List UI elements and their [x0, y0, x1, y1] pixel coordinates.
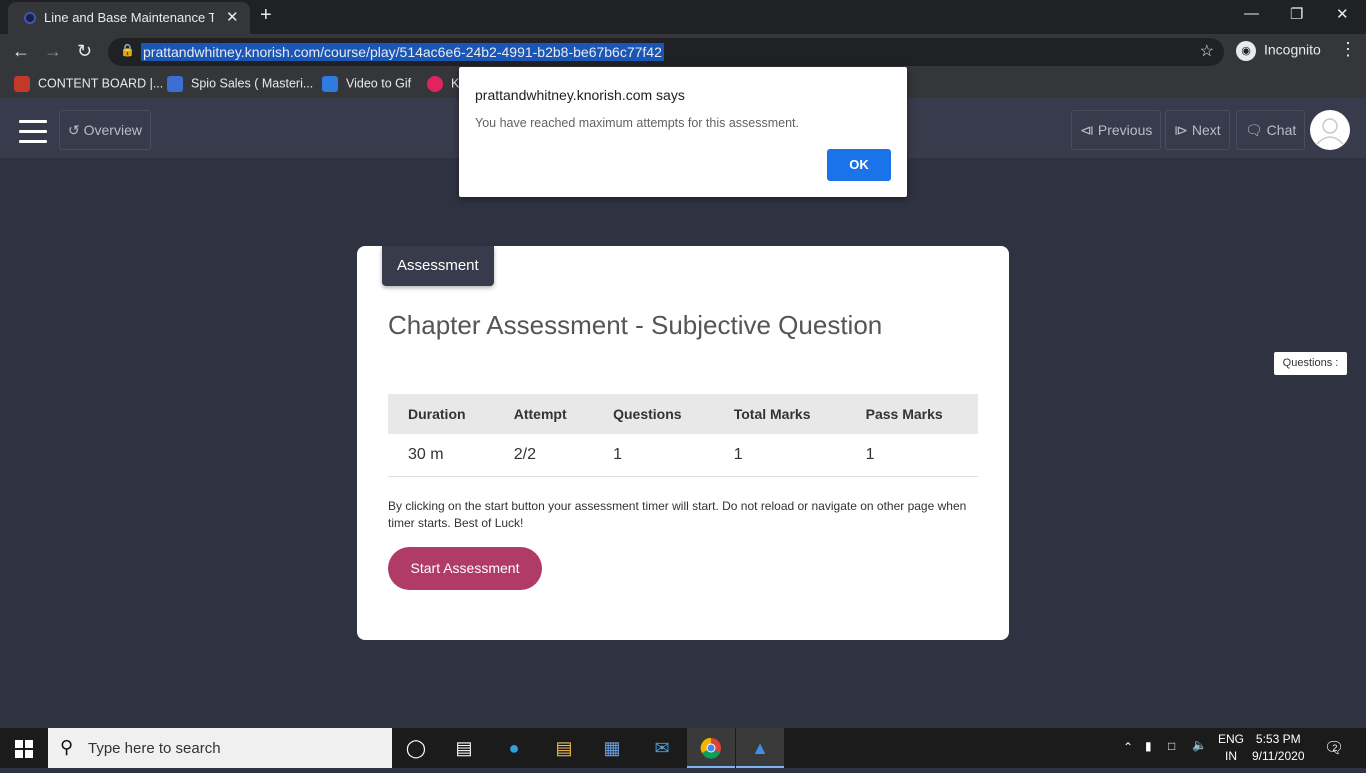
- dialog-message: You have reached maximum attempts for th…: [475, 116, 799, 130]
- alert-dialog: prattandwhitney.knorish.com says You hav…: [459, 67, 907, 197]
- bookmark-favicon-icon: [322, 76, 338, 92]
- browser-tab[interactable]: Line and Base Maintenance Training ✕: [8, 2, 250, 34]
- assessment-card: Assessment Chapter Assessment - Subjecti…: [357, 246, 1009, 640]
- chat-icon: 🗨: [1245, 122, 1263, 138]
- column-header: Total Marks: [713, 394, 846, 434]
- column-header: Pass Marks: [845, 394, 978, 434]
- assessment-tag: Assessment: [382, 246, 494, 286]
- bookmark-favicon-icon: [427, 76, 443, 92]
- language-indicator[interactable]: ENG IN: [1218, 731, 1244, 765]
- battery-icon[interactable]: ▮: [1145, 739, 1152, 753]
- browser-menu-icon[interactable]: ⋮: [1339, 39, 1357, 60]
- incognito-indicator[interactable]: ◉ Incognito: [1236, 41, 1321, 61]
- volume-icon[interactable]: 🔈: [1192, 738, 1207, 752]
- lock-icon: 🔒: [120, 43, 135, 57]
- site-favicon-icon: [24, 12, 36, 24]
- column-header: Duration: [388, 394, 494, 434]
- total-marks-value: 1: [713, 434, 846, 477]
- search-icon: ⚲: [60, 737, 74, 757]
- search-placeholder: Type here to search: [88, 740, 221, 757]
- duration-value: 30 m: [388, 434, 494, 477]
- chrome-logo-icon: [700, 737, 721, 759]
- photos-icon[interactable]: ▲: [736, 728, 784, 768]
- table-row: 30 m 2/2 1 1 1: [388, 434, 978, 477]
- rocket-icon: [167, 76, 183, 92]
- new-tab-icon[interactable]: +: [260, 4, 272, 27]
- chrome-icon[interactable]: [687, 728, 735, 768]
- notification-center-icon[interactable]: 🗨2: [1324, 738, 1349, 758]
- bookmark-video-to-gif[interactable]: Video to Gif: [322, 76, 411, 92]
- chat-button[interactable]: 🗨 Chat: [1236, 110, 1306, 150]
- mail-icon[interactable]: ✉: [638, 728, 686, 768]
- store-icon[interactable]: ▦: [588, 728, 636, 768]
- skip-previous-icon: ⧏: [1080, 122, 1094, 138]
- bookmark-content-board[interactable]: CONTENT BOARD |...: [14, 76, 163, 92]
- url-text[interactable]: prattandwhitney.knorish.com/course/play/…: [141, 43, 664, 61]
- user-icon: [1316, 118, 1344, 145]
- previous-button[interactable]: ⧏ Previous: [1071, 110, 1162, 150]
- browser-toolbar: ← → ↻ 🔒 prattandwhitney.knorish.com/cour…: [0, 34, 1366, 70]
- restore-icon[interactable]: ❐: [1290, 5, 1303, 23]
- reload-icon[interactable]: ↻: [77, 41, 92, 62]
- incognito-icon: ◉: [1236, 41, 1256, 61]
- history-icon: ↺: [68, 122, 80, 138]
- taskbar-search-box[interactable]: ⚲ Type here to search: [48, 728, 392, 768]
- windows-start-icon[interactable]: [15, 740, 33, 758]
- notification-count: 2: [1332, 743, 1338, 753]
- incognito-label: Incognito: [1264, 41, 1321, 58]
- bookmark-star-icon[interactable]: ☆: [1200, 41, 1214, 61]
- network-icon[interactable]: □: [1168, 739, 1175, 753]
- address-bar[interactable]: 🔒 prattandwhitney.knorish.com/course/pla…: [108, 38, 1224, 66]
- close-window-icon[interactable]: ✕: [1336, 5, 1349, 23]
- table-header-row: Duration Attempt Questions Total Marks P…: [388, 394, 978, 434]
- taskbar-clock[interactable]: 5:53 PM 9/11/2020: [1252, 731, 1305, 765]
- questions-badge[interactable]: Questions :: [1274, 352, 1347, 375]
- avatar[interactable]: [1310, 110, 1350, 150]
- clock-time: 5:53 PM: [1255, 732, 1301, 746]
- windows-taskbar: ⚲ Type here to search ◯ ▤ ● ▤ ▦ ✉ ▲ ⌃ ▮ …: [0, 728, 1366, 768]
- questions-value: 1: [593, 434, 714, 477]
- edge-icon[interactable]: ●: [490, 728, 538, 768]
- start-assessment-button[interactable]: Start Assessment: [388, 547, 542, 590]
- dialog-ok-button[interactable]: OK: [827, 149, 891, 181]
- column-header: Questions: [593, 394, 714, 434]
- pass-marks-value: 1: [845, 434, 978, 477]
- next-button[interactable]: ⧐ Next: [1165, 110, 1230, 150]
- file-explorer-icon[interactable]: ▤: [540, 728, 588, 768]
- back-icon[interactable]: ←: [12, 41, 30, 62]
- column-header: Attempt: [493, 394, 594, 434]
- tab-close-icon[interactable]: ✕: [226, 8, 239, 26]
- overview-button[interactable]: ↺ Overview: [59, 110, 151, 150]
- minimize-icon[interactable]: —: [1244, 5, 1259, 22]
- browser-tab-bar: Line and Base Maintenance Training ✕ + —…: [0, 0, 1366, 34]
- bookmark-spio-sales[interactable]: Spio Sales ( Masteri...: [167, 76, 313, 92]
- skip-next-icon: ⧐: [1174, 122, 1188, 138]
- hamburger-menu-icon[interactable]: [19, 120, 47, 143]
- bookmark-favicon-icon: [14, 76, 30, 92]
- assessment-note: By clicking on the start button your ass…: [388, 499, 967, 530]
- tab-title: Line and Base Maintenance Training: [44, 10, 214, 25]
- attempt-value: 2/2: [493, 434, 594, 477]
- show-hidden-icons-icon[interactable]: ⌃: [1123, 740, 1133, 754]
- task-view-icon[interactable]: ▤: [440, 728, 488, 768]
- dialog-title: prattandwhitney.knorish.com says: [475, 87, 685, 103]
- cortana-icon[interactable]: ◯: [392, 728, 440, 768]
- assessment-title: Chapter Assessment - Subjective Question: [388, 310, 883, 340]
- clock-date: 9/11/2020: [1252, 749, 1305, 763]
- forward-icon[interactable]: →: [44, 41, 62, 62]
- assessment-info-table: Duration Attempt Questions Total Marks P…: [388, 394, 978, 477]
